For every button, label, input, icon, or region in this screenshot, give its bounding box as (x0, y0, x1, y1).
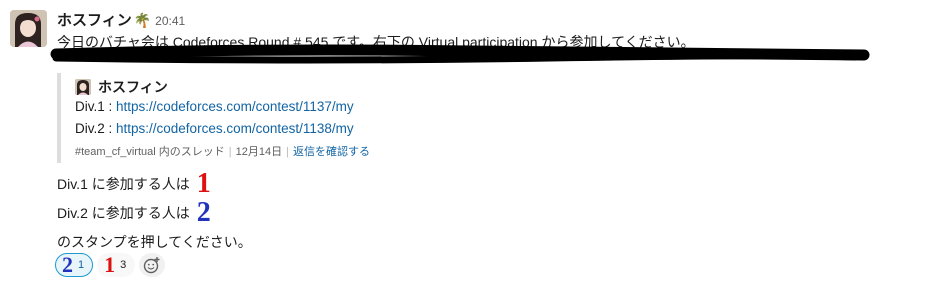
reaction-count: 1 (78, 259, 85, 271)
div1-text: Div.1 に参加する人は (57, 176, 190, 192)
quote-line-label: Div.2 : (75, 121, 117, 136)
reaction-count: 3 (120, 259, 127, 271)
div2-text: Div.2 に参加する人は (57, 205, 190, 221)
message-header: ホスフィン 🌴 20:41 (57, 9, 185, 30)
avatar-image (10, 10, 47, 47)
reaction-two[interactable]: 2 1 (55, 252, 94, 277)
quote-date[interactable]: 12月14日 (236, 146, 282, 158)
thread-channel[interactable]: #team_cf_virtual 内のスレッド (75, 146, 225, 158)
redaction-scribble (50, 44, 870, 64)
contest-link-div2[interactable]: https://codeforces.com/contest/1138/my (116, 121, 354, 136)
avatar[interactable] (10, 10, 47, 47)
quote-line-label: Div.1 : (75, 99, 117, 114)
blue-two-emoji: 2 (62, 252, 73, 277)
view-replies-link[interactable]: 返信を確認する (293, 146, 370, 158)
blue-two-emoji: 2 (196, 197, 211, 228)
stamp-line: のスタンプを押してください。 (57, 234, 252, 250)
quote-line-div2: Div.2 : https://codeforces.com/contest/1… (75, 121, 354, 136)
add-reaction-button[interactable] (139, 253, 166, 277)
quote-line-div1: Div.1 : https://codeforces.com/contest/1… (75, 99, 354, 114)
div2-line: Div.2 に参加する人は 2 (57, 199, 211, 227)
div1-line: Div.1 に参加する人は 1 (57, 170, 211, 198)
quote-avatar (75, 79, 91, 95)
username[interactable]: ホスフィン (57, 12, 132, 29)
red-one-emoji: 1 (196, 168, 211, 199)
add-reaction-icon (144, 257, 160, 274)
palm-tree-icon: 🌴 (133, 12, 152, 28)
quote-meta: #team_cf_virtual 内のスレッド | 12月14日 | 返信を確認する (75, 146, 370, 158)
red-one-emoji: 1 (104, 252, 116, 277)
timestamp[interactable]: 20:41 (155, 14, 185, 28)
reaction-one[interactable]: 1 3 (97, 252, 136, 277)
quoted-message[interactable]: ホスフィン Div.1 : https://codeforces.com/con… (57, 73, 417, 163)
quote-author[interactable]: ホスフィン (98, 77, 168, 97)
contest-link-div1[interactable]: https://codeforces.com/contest/1137/my (116, 99, 354, 114)
quote-header: ホスフィン (75, 77, 168, 97)
avatar-image (75, 79, 91, 95)
reactions-bar: 2 1 1 3 (55, 252, 166, 277)
